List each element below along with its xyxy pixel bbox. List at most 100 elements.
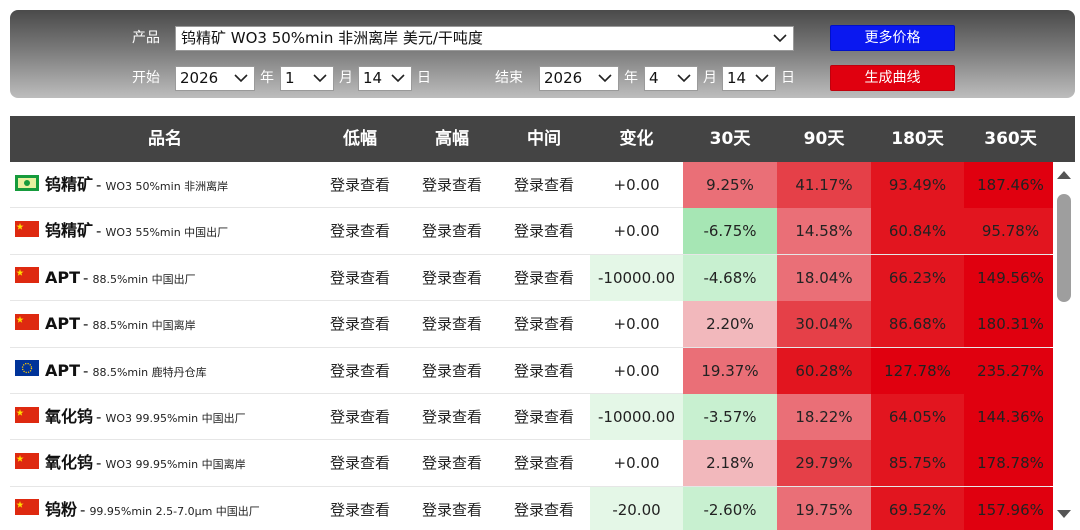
cell-change: +0.00 [613,454,660,473]
table-row[interactable]: 钨粉 -99.95%min 2.5-7.0μm 中国出厂 登录查看 登录查看 登录查看 -… [10,486,1057,530]
product-name-cell[interactable]: 钨粉 -99.95%min 2.5-7.0μm 中国出厂 [15,487,260,530]
product-name-cell[interactable]: APT -88.5%min 中国出厂 [15,255,196,301]
chevron-down-icon [234,74,248,83]
table-row[interactable]: APT -88.5%min 中国离岸 登录查看 登录查看 登录查看 +0.00 2.20% 3… [10,301,1057,348]
name-separator: - [96,176,102,194]
table-header: 品名 低幅 高幅 中间 变化 30天 90天 180天 360天 [10,116,1075,162]
cell-high[interactable]: 登录查看 [406,162,498,208]
start-month-value: 1 [285,69,295,87]
start-month-select[interactable]: 1 [280,66,334,91]
flag-icon [15,452,39,469]
cell-high[interactable]: 登录查看 [406,255,498,301]
cell-low[interactable]: 登录查看 [314,440,406,486]
product-name-cell[interactable]: 氧化钨 - WO3 99.95%min 中国离岸 [15,440,246,486]
product-desc: 88.5%min 中国出厂 [92,272,196,286]
table-row[interactable]: 氧化钨 - WO3 99.95%min 中国出厂 登录查看 登录查看 登录查看 -10000… [10,394,1057,441]
cell-30d: -2.60% [683,486,777,530]
product-name: APT [45,314,81,334]
cell-low[interactable]: 登录查看 [314,301,406,347]
cell-low[interactable]: 登录查看 [314,348,406,394]
chevron-down-icon [677,74,691,83]
product-name-cell[interactable]: 氧化钨 - WO3 99.95%min 中国出厂 [15,394,246,440]
product-select[interactable]: 钨精矿 WO3 50%min 非洲离岸 美元/干吨度 [175,26,794,51]
name-separator: - [83,315,89,334]
scrollbar-thumb[interactable] [1057,194,1071,302]
cell-360d: 187.46% [964,162,1057,208]
cell-mid[interactable]: 登录查看 [498,301,590,347]
cell-low[interactable]: 登录查看 [314,255,406,301]
cell-change: +0.00 [613,222,660,241]
cell-mid[interactable]: 登录查看 [498,487,590,530]
product-name: 氧化钨 [45,407,94,426]
scroll-up-arrow-icon[interactable] [1057,171,1071,179]
cell-90d: 18.04% [777,254,871,301]
cell-90d: 60.28% [777,347,871,394]
table-row[interactable]: APT -88.5%min 鹿特丹仓库 登录查看 登录查看 登录查看 +0.00 19.37… [10,347,1057,394]
name-separator: - [96,408,102,426]
end-year-select[interactable]: 2026 [539,66,619,91]
cell-change: +0.00 [613,176,660,194]
cell-low[interactable]: 登录查看 [314,487,406,530]
cell-30d: -4.68% [683,254,777,301]
cell-high[interactable]: 登录查看 [406,301,498,347]
chevron-down-icon [598,74,612,83]
cell-mid[interactable]: 登录查看 [498,348,590,394]
cell-high[interactable]: 登录查看 [406,394,498,440]
end-month-value: 4 [649,69,659,87]
end-month-select[interactable]: 4 [644,66,698,91]
flag-icon [15,360,39,377]
year-unit-label: 年 [260,70,274,86]
table-row[interactable]: 钨精矿 - WO3 50%min 非洲离岸 登录查看 登录查看 登录查看 +0.00 9.25… [10,162,1057,209]
start-year-select[interactable]: 2026 [175,66,255,91]
flag-icon [15,499,39,516]
name-separator: - [83,268,89,287]
header-mid: 中间 [527,129,561,149]
product-name: 氧化钨 [45,453,94,473]
cell-mid[interactable]: 登录查看 [498,162,590,208]
product-desc: 99.95%min 2.5-7.0μm 中国出厂 [89,504,260,518]
start-day-value: 14 [363,69,383,87]
name-separator: - [96,222,102,241]
cell-mid[interactable]: 登录查看 [498,440,590,486]
scroll-down-arrow-icon[interactable] [1057,510,1071,518]
cell-high[interactable]: 登录查看 [406,440,498,486]
table-row[interactable]: 氧化钨 - WO3 99.95%min 中国离岸 登录查看 登录查看 登录查看 +0.00 2… [10,440,1057,487]
start-label: 开始 [132,70,160,86]
cell-low[interactable]: 登录查看 [314,162,406,208]
day-unit-label: 日 [417,70,431,86]
filter-panel: 产品 钨精矿 WO3 50%min 非洲离岸 美元/干吨度 开始 2026 年 … [10,10,1075,98]
cell-90d: 14.58% [777,208,871,255]
product-name: APT [45,360,81,380]
cell-high[interactable]: 登录查看 [406,348,498,394]
table-row[interactable]: 钨精矿 - WO3 55%min 中国出厂 登录查看 登录查看 登录查看 +0.00 -6.7… [10,208,1057,255]
header-360d: 360天 [984,129,1037,149]
cell-low[interactable]: 登录查看 [314,394,406,440]
cell-180d: 60.84% [871,208,964,255]
end-year-value: 2026 [544,69,583,87]
product-name-cell[interactable]: APT -88.5%min 中国离岸 [15,301,196,347]
header-change: 变化 [619,129,654,149]
cell-high[interactable]: 登录查看 [406,208,498,254]
more-prices-button[interactable]: 更多价格 [830,25,955,51]
generate-curve-button[interactable]: 生成曲线 [830,65,955,91]
cell-mid[interactable]: 登录查看 [498,255,590,301]
flag-icon [15,313,39,330]
product-name-cell[interactable]: 钨精矿 - WO3 50%min 非洲离岸 [15,162,228,208]
cell-mid[interactable]: 登录查看 [498,394,590,440]
vertical-scrollbar[interactable] [1053,162,1075,530]
product-name-cell[interactable]: APT -88.5%min 鹿特丹仓库 [15,348,207,394]
start-day-select[interactable]: 14 [358,66,412,91]
cell-mid[interactable]: 登录查看 [498,208,590,254]
cell-low[interactable]: 登录查看 [314,208,406,254]
month-unit-label: 月 [339,70,353,86]
chevron-down-icon [773,34,787,43]
start-year-value: 2026 [180,69,219,87]
product-label: 产品 [132,30,160,46]
product-name-cell[interactable]: 钨精矿 - WO3 55%min 中国出厂 [15,208,228,254]
table-row[interactable]: APT -88.5%min 中国出厂 登录查看 登录查看 登录查看 -10000.00 -4… [10,254,1057,302]
end-day-select[interactable]: 14 [722,66,776,91]
cell-360d: 144.36% [964,394,1057,440]
cell-high[interactable]: 登录查看 [406,487,498,530]
cell-180d: 66.23% [871,254,964,301]
year-unit-label: 年 [624,70,638,86]
